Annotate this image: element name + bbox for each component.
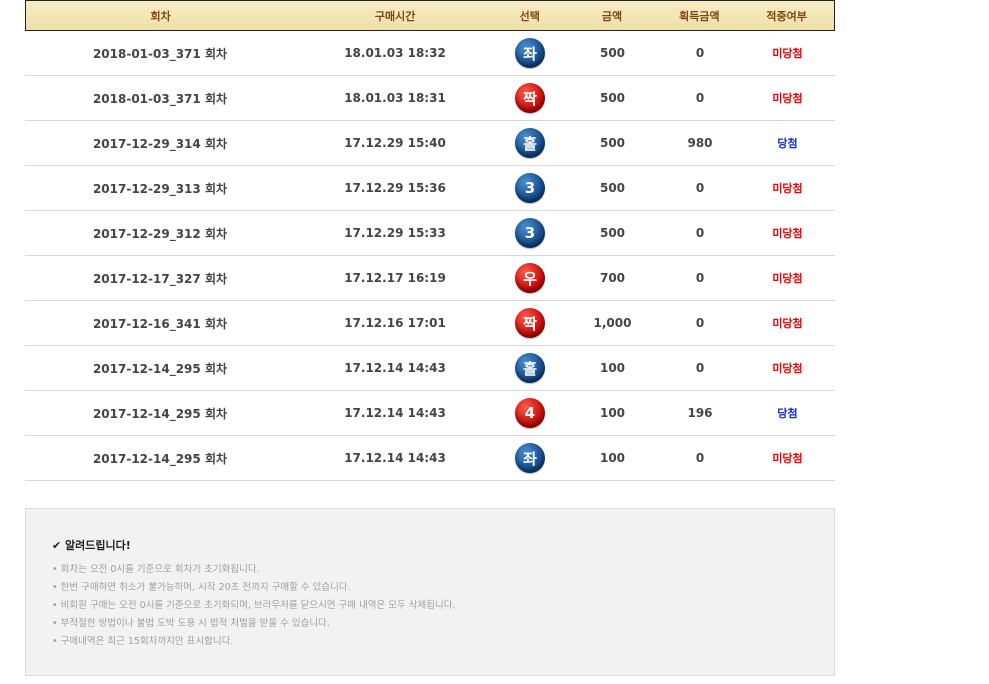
won-amount-cell: 0	[695, 46, 705, 60]
table-row: 2018-01-03_371 회차 18.01.03 18:31 짝 500 0 미당첨	[25, 76, 835, 121]
time-cell: 17.12.16 17:01	[344, 316, 446, 330]
won-amount-cell: 0	[695, 361, 705, 375]
header-round: 회차	[150, 9, 171, 23]
notice-line: • 부적절한 방법이나 불법 도박 도용 시 법적 처벌을 받을 수 있습니다.	[52, 618, 330, 629]
won-amount-cell: 0	[695, 181, 705, 195]
result-cell: 미당첨	[772, 182, 803, 195]
time-cell: 17.12.29 15:36	[344, 181, 446, 195]
amount-cell: 100	[599, 451, 626, 465]
notice-box: ✔ 알려드립니다! • 회차는 오전 0시를 기준으로 회차가 초기화됩니다. •…	[25, 508, 835, 676]
round-cell: 2018-01-03_371 회차	[92, 46, 228, 61]
pick-cell: 3	[495, 173, 565, 203]
result-cell: 미당첨	[772, 317, 803, 330]
notice-line: • 한번 구매하면 취소가 불가능하며, 시작 20초 전까지 구매할 수 있습…	[52, 582, 351, 593]
amount-cell: 100	[599, 361, 626, 375]
amount-cell: 500	[599, 136, 626, 150]
result-cell: 미당첨	[772, 272, 803, 285]
table-row: 2017-12-29_312 회차 17.12.29 15:33 3 500 0 미당첨	[25, 211, 835, 256]
notice-title: ✔ 알려드립니다!	[52, 539, 131, 552]
won-amount-cell: 0	[695, 316, 705, 330]
round-cell: 2017-12-29_314 회차	[92, 136, 228, 151]
pick-ball-icon: 홀	[515, 128, 545, 158]
header-won-amount: 획득금액	[679, 9, 720, 23]
purchase-history-table: 회차 구매시간 선택 금액 획득금액 적중여부 2018-01-03_371 회…	[25, 0, 835, 481]
table-row: 2017-12-17_327 회차 17.12.17 16:19 우 700 0 미당첨	[25, 256, 835, 301]
won-amount-cell: 0	[695, 451, 705, 465]
pick-cell: 좌	[495, 38, 565, 68]
time-cell: 18.01.03 18:32	[344, 46, 446, 60]
notice-list: • 회차는 오전 0시를 기준으로 회차가 초기화됩니다. • 한번 구매하면 취…	[52, 561, 834, 651]
amount-cell: 500	[599, 226, 626, 240]
round-cell: 2017-12-16_341 회차	[92, 316, 228, 331]
round-cell: 2017-12-14_295 회차	[92, 451, 228, 466]
pick-ball-icon: 우	[515, 263, 545, 293]
table-row: 2017-12-14_295 회차 17.12.14 14:43 좌 100 0 미당첨	[25, 436, 835, 481]
result-cell: 미당첨	[772, 92, 803, 105]
amount-cell: 500	[599, 46, 626, 60]
won-amount-cell: 0	[695, 91, 705, 105]
table-row: 2017-12-16_341 회차 17.12.16 17:01 짝 1,000 0 미당…	[25, 301, 835, 346]
pick-ball-icon: 홀	[515, 353, 545, 383]
time-cell: 17.12.14 14:43	[344, 451, 446, 465]
won-amount-cell: 0	[695, 226, 705, 240]
time-cell: 17.12.29 15:40	[344, 136, 446, 150]
pick-cell: 우	[495, 263, 565, 293]
pick-cell: 짝	[495, 308, 565, 338]
pick-ball-icon: 짝	[515, 83, 545, 113]
round-cell: 2017-12-17_327 회차	[92, 271, 228, 286]
pick-cell: 3	[495, 218, 565, 248]
result-cell: 미당첨	[772, 362, 803, 375]
header-pick: 선택	[519, 9, 540, 23]
table-row: 2018-01-03_371 회차 18.01.03 18:32 좌 500 0 미당첨	[25, 31, 835, 76]
result-cell: 미당첨	[772, 452, 803, 465]
result-cell: 당첨	[777, 137, 798, 150]
table-row: 2017-12-29_314 회차 17.12.29 15:40 홀 500 980 당첨	[25, 121, 835, 166]
pick-cell: 홀	[495, 128, 565, 158]
pick-ball-icon: 좌	[515, 443, 545, 473]
time-cell: 17.12.17 16:19	[344, 271, 446, 285]
round-cell: 2017-12-29_313 회차	[92, 181, 228, 196]
won-amount-cell: 0	[695, 271, 705, 285]
table-row: 2017-12-29_313 회차 17.12.29 15:36 3 500 0 미당첨	[25, 166, 835, 211]
time-cell: 17.12.29 15:33	[344, 226, 446, 240]
table-body: 2018-01-03_371 회차 18.01.03 18:32 좌 500 0 미당첨 2…	[25, 31, 835, 481]
amount-cell: 500	[599, 181, 626, 195]
pick-ball-icon: 4	[515, 398, 545, 428]
round-cell: 2018-01-03_371 회차	[92, 91, 228, 106]
result-cell: 당첨	[777, 407, 798, 420]
pick-ball-icon: 짝	[515, 308, 545, 338]
table-row: 2017-12-14_295 회차 17.12.14 14:43 홀 100 0 미당첨	[25, 346, 835, 391]
amount-cell: 1,000	[593, 316, 632, 330]
pick-cell: 4	[495, 398, 565, 428]
won-amount-cell: 980	[687, 136, 713, 150]
result-cell: 미당첨	[772, 227, 803, 240]
pick-ball-icon: 3	[515, 218, 545, 248]
header-result: 적중여부	[766, 9, 807, 23]
time-cell: 18.01.03 18:31	[344, 91, 446, 105]
header-amount: 금액	[601, 9, 623, 23]
time-cell: 17.12.14 14:43	[344, 406, 446, 420]
pick-ball-icon: 3	[515, 173, 545, 203]
won-amount-cell: 196	[687, 406, 713, 420]
round-cell: 2017-12-14_295 회차	[92, 406, 228, 421]
notice-line: • 구매내역은 최근 15회차까지만 표시합니다.	[52, 636, 234, 647]
amount-cell: 700	[599, 271, 626, 285]
amount-cell: 500	[599, 91, 626, 105]
table-header: 회차 구매시간 선택 금액 획득금액 적중여부	[25, 0, 835, 31]
pick-cell: 짝	[495, 83, 565, 113]
pick-cell: 홀	[495, 353, 565, 383]
pick-ball-icon: 좌	[515, 38, 545, 68]
round-cell: 2017-12-14_295 회차	[92, 361, 228, 376]
amount-cell: 100	[599, 406, 626, 420]
round-cell: 2017-12-29_312 회차	[92, 226, 228, 241]
notice-line: • 회차는 오전 0시를 기준으로 회차가 초기화됩니다.	[52, 564, 260, 575]
table-row: 2017-12-14_295 회차 17.12.14 14:43 4 100 196 당첨	[25, 391, 835, 436]
notice-line: • 비회원 구매는 오전 0시를 기준으로 초기화되며, 브라우저를 닫으시면 …	[52, 600, 456, 611]
time-cell: 17.12.14 14:43	[344, 361, 446, 375]
result-cell: 미당첨	[772, 47, 803, 60]
pick-cell: 좌	[495, 443, 565, 473]
header-purchase-time: 구매시간	[374, 9, 416, 23]
